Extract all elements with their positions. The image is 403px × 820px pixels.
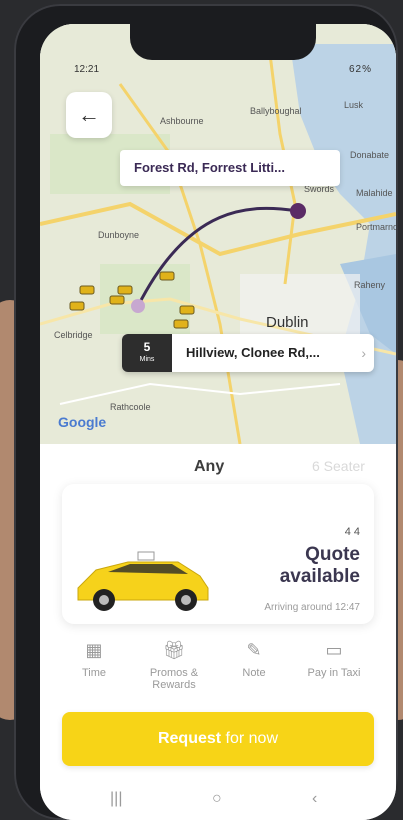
map-label: Raheny (354, 280, 386, 290)
vehicle-card[interactable]: 4 4 Quote available Arriving around 12:4… (62, 484, 374, 624)
battery-status: 62% (348, 64, 372, 75)
quote-line-1: Quote (305, 544, 360, 565)
note-option[interactable]: ✎ Note (214, 640, 294, 679)
arrow-left-icon: ← (78, 102, 100, 127)
capacity-info: 4 4 (344, 526, 360, 538)
taxi-image (77, 551, 209, 611)
tab-any[interactable]: Any (194, 458, 224, 476)
note-edit-icon: ✎ (246, 640, 262, 660)
request-label-rest: for now (221, 730, 279, 747)
pickup-location-chip[interactable]: Forest Rd, Forrest Litti... (120, 150, 340, 186)
time-option[interactable]: ▦ Time (54, 640, 134, 679)
map-label-city: Dublin (266, 314, 309, 331)
eta-badge: 5 Mins (122, 334, 172, 372)
recent-apps-icon[interactable]: ||| (110, 790, 122, 808)
destination-location-chip[interactable]: 5 Mins Hillview, Clonee Rd,... › (122, 334, 374, 372)
options-row: ▦ Time 🎁︎ Promos & Rewards ✎ Note ▭ Pay … (40, 640, 396, 710)
gift-icon: 🎁︎ (162, 640, 186, 660)
eta-value: 5 (143, 340, 151, 354)
request-label-strong: Request (157, 730, 222, 747)
map-canvas (40, 24, 396, 444)
promos-label: Promos & Rewards (149, 667, 199, 691)
map-label: Donabate (350, 150, 390, 160)
app-screen: 12:21 62% ← Ashbourne Ballyboughal Lusk … (40, 24, 396, 820)
booking-sheet: Any 6 Seater 4 4 Quote available Arrivin… (40, 444, 396, 820)
payment-label: Pay in Taxi (307, 667, 361, 679)
calendar-clock-icon: ▦ (85, 640, 103, 660)
camera-notch (130, 24, 316, 60)
note-label: Note (242, 667, 266, 679)
status-time: 12:21 (74, 64, 100, 75)
back-nav-icon[interactable]: ‹ (312, 790, 317, 808)
time-label: Time (81, 667, 107, 679)
arrival-time: Arriving around 12:47 (264, 602, 360, 613)
map-label: Dunboyne (98, 230, 140, 240)
promos-option[interactable]: 🎁︎ Promos & Rewards (134, 640, 214, 691)
map-view[interactable]: 12:21 62% ← Ashbourne Ballyboughal Lusk … (40, 24, 396, 444)
payment-option[interactable]: ▭ Pay in Taxi (294, 640, 374, 679)
phone-frame: 12:21 62% ← Ashbourne Ballyboughal Lusk … (14, 4, 398, 820)
android-nav-bar: ||| ○ ‹ (40, 780, 396, 820)
map-label: Rathcoole (110, 402, 151, 412)
eta-unit: Mins (139, 356, 155, 363)
request-button[interactable]: Request for now (62, 712, 374, 766)
map-label: Ballyboughal (250, 106, 302, 116)
quote-line-2: available (279, 566, 360, 587)
google-logo: Google (58, 414, 107, 430)
back-button[interactable]: ← (66, 92, 112, 138)
map-label: Malahide (356, 188, 393, 198)
map-label: Ashbourne (160, 116, 204, 126)
home-icon[interactable]: ○ (212, 790, 222, 808)
map-label: Celbridge (54, 330, 93, 340)
map-label: Portmarnock (356, 222, 396, 232)
map-label: Lusk (344, 100, 364, 110)
chevron-right-icon: › (361, 345, 366, 361)
tab-6-seater[interactable]: 6 Seater (312, 458, 365, 474)
cash-icon: ▭ (325, 640, 343, 660)
destination-text: Hillview, Clonee Rd,... (186, 345, 320, 360)
